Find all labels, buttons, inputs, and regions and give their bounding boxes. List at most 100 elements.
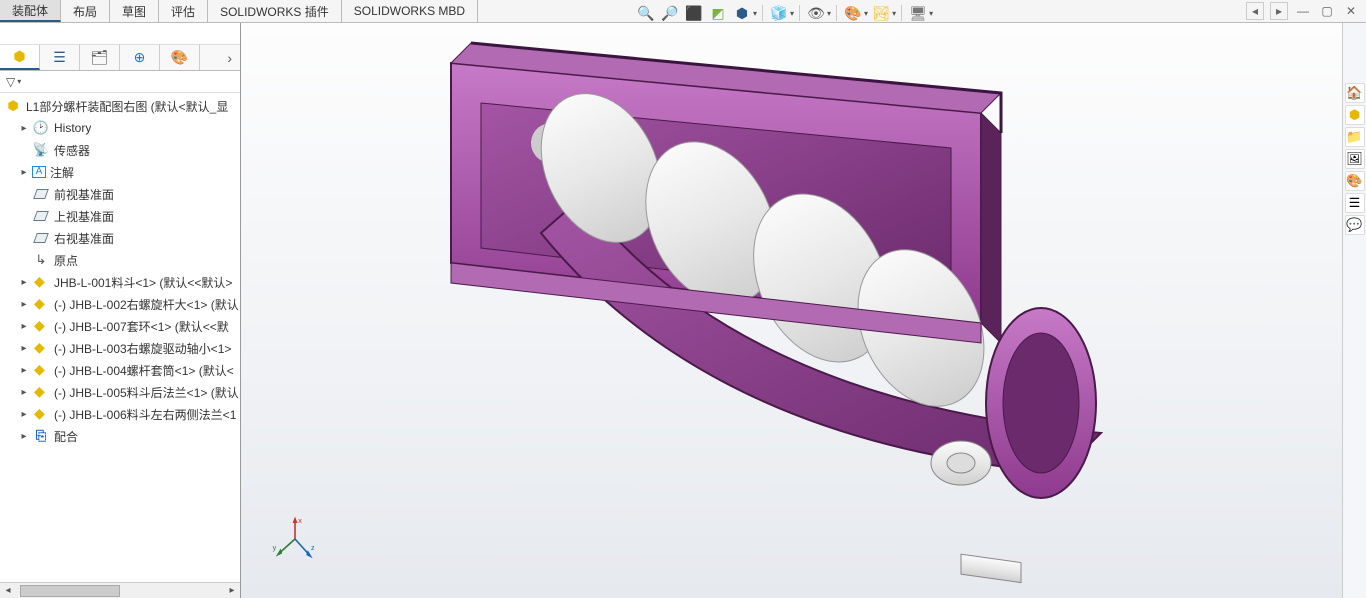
- mates-icon: ⎘: [32, 428, 50, 444]
- separator: [799, 5, 800, 21]
- prev-doc-button[interactable]: ◂: [1246, 2, 1264, 20]
- chevron-down-icon[interactable]: ▾: [753, 9, 757, 18]
- expand-icon[interactable]: ▸: [18, 343, 30, 354]
- tree-item-front-plane[interactable]: 前视基准面: [0, 183, 240, 205]
- hide-show-icon[interactable]: 👁: [805, 3, 827, 23]
- tree-item-part-002[interactable]: ▸ (-) JHB-L-002右螺旋杆大<1> (默认: [0, 293, 240, 315]
- manager-tabs: ⬢ ☰ 🗂 ⊕ 🎨 ›: [0, 45, 240, 71]
- scroll-thumb[interactable]: [20, 585, 120, 597]
- graphics-viewport[interactable]: x y z: [241, 23, 1342, 598]
- appearance-icon[interactable]: 🎨: [842, 3, 864, 23]
- history-icon: 🕑: [32, 120, 50, 136]
- sw-resources-icon[interactable]: 🏠: [1345, 83, 1365, 103]
- display-style-icon[interactable]: 🧊: [768, 3, 790, 23]
- tree-item-part-005[interactable]: ▸ (-) JHB-L-005料斗后法兰<1> (默认: [0, 381, 240, 403]
- minimize-button[interactable]: —: [1294, 2, 1312, 20]
- filter-row[interactable]: ▽▾: [0, 71, 240, 93]
- custom-props-icon[interactable]: ☰: [1345, 193, 1365, 213]
- tab-sw-mbd[interactable]: SOLIDWORKS MBD: [342, 0, 478, 22]
- expand-icon[interactable]: ▸: [18, 321, 30, 332]
- annotation-icon: A: [32, 166, 46, 178]
- orientation-triad[interactable]: x y z: [271, 515, 319, 566]
- appearances-icon[interactable]: 🎨: [1345, 171, 1365, 191]
- property-manager-tab[interactable]: ☰: [40, 45, 80, 70]
- assembly-icon: ⬢: [4, 98, 22, 114]
- zoom-fit-icon[interactable]: 🔍: [635, 3, 657, 23]
- part-icon: [32, 406, 50, 422]
- forum-icon[interactable]: 💬: [1345, 215, 1365, 235]
- filter-icon: ▽: [6, 75, 15, 89]
- panel-spacer: [0, 23, 240, 45]
- expand-icon[interactable]: ▸: [18, 409, 30, 420]
- maximize-button[interactable]: ▢: [1318, 2, 1336, 20]
- tree-item-sensors[interactable]: 📡 传感器: [0, 139, 240, 161]
- feature-manager-tab[interactable]: ⬢: [0, 45, 40, 70]
- part-icon: [32, 340, 50, 356]
- tree-item-origin[interactable]: ↳ 原点: [0, 249, 240, 271]
- chevron-down-icon[interactable]: ▾: [790, 9, 794, 18]
- chevron-down-icon[interactable]: ▾: [17, 77, 21, 86]
- design-library-icon[interactable]: ⬢: [1345, 105, 1365, 125]
- part-icon: [32, 384, 50, 400]
- view-cube-icon[interactable]: ⬢: [731, 3, 753, 23]
- section-view-icon[interactable]: ◩: [707, 3, 729, 23]
- separator: [836, 5, 837, 21]
- plane-icon: [32, 186, 50, 202]
- scene-icon[interactable]: 🏞: [870, 3, 892, 23]
- expand-icon[interactable]: ▸: [18, 277, 30, 288]
- tab-sw-addins[interactable]: SOLIDWORKS 插件: [208, 0, 342, 22]
- tab-evaluate[interactable]: 评估: [159, 0, 208, 22]
- view-settings-icon[interactable]: 🖥: [907, 3, 929, 23]
- expand-icon[interactable]: ▸: [18, 299, 30, 310]
- tab-assembly[interactable]: 装配体: [0, 0, 61, 22]
- chevron-down-icon[interactable]: ▾: [929, 9, 933, 18]
- tree-item-annotations[interactable]: ▸ A 注解: [0, 161, 240, 183]
- expand-icon[interactable]: ▸: [18, 387, 30, 398]
- next-doc-button[interactable]: ▸: [1270, 2, 1288, 20]
- display-manager-tab[interactable]: 🎨: [160, 45, 200, 70]
- configuration-manager-tab[interactable]: 🗂: [80, 45, 120, 70]
- task-pane: 🏠 ⬢ 📁 🖼 🎨 ☰ 💬: [1342, 23, 1366, 598]
- separator: [762, 5, 763, 21]
- chevron-down-icon[interactable]: ▾: [892, 9, 896, 18]
- tabs-overflow[interactable]: ›: [200, 45, 240, 70]
- sensor-icon: 📡: [32, 142, 50, 158]
- tree-root[interactable]: ⬢ L1部分螺杆装配图右图 (默认<默认_显: [0, 95, 240, 117]
- chevron-down-icon[interactable]: ▾: [864, 9, 868, 18]
- expand-icon[interactable]: ▸: [18, 365, 30, 376]
- scroll-right-arrow[interactable]: ▸: [224, 585, 240, 596]
- horizontal-scrollbar[interactable]: ◂ ▸: [0, 582, 240, 598]
- zoom-area-icon[interactable]: 🔎: [659, 3, 681, 23]
- close-button[interactable]: ✕: [1342, 2, 1360, 20]
- tab-sketch[interactable]: 草图: [110, 0, 159, 22]
- tree-item-part-004[interactable]: ▸ (-) JHB-L-004螺杆套筒<1> (默认<: [0, 359, 240, 381]
- origin-icon: ↳: [32, 252, 50, 268]
- dimxpert-manager-tab[interactable]: ⊕: [120, 45, 160, 70]
- expand-icon[interactable]: ▸: [18, 167, 30, 178]
- tree-item-top-plane[interactable]: 上视基准面: [0, 205, 240, 227]
- tab-layout[interactable]: 布局: [61, 0, 110, 22]
- scroll-left-arrow[interactable]: ◂: [0, 585, 16, 596]
- expand-icon[interactable]: ▸: [18, 123, 30, 134]
- part-icon: [32, 362, 50, 378]
- feature-manager-panel: ⬢ ☰ 🗂 ⊕ 🎨 › ▽▾ ⬢ L1部分螺杆装配图右图 (默认<默认_显 ▸ …: [0, 23, 241, 598]
- chevron-down-icon[interactable]: ▾: [827, 9, 831, 18]
- plane-icon: [32, 208, 50, 224]
- tree-item-part-001[interactable]: ▸ JHB-L-001料斗<1> (默认<<默认>: [0, 271, 240, 293]
- view-palette-icon[interactable]: 🖼: [1345, 149, 1365, 169]
- svg-text:y: y: [273, 543, 277, 552]
- part-icon: [32, 274, 50, 290]
- file-explorer-icon[interactable]: 📁: [1345, 127, 1365, 147]
- expand-icon[interactable]: ▸: [18, 431, 30, 442]
- part-icon: [32, 296, 50, 312]
- prev-view-icon[interactable]: ⬛: [683, 3, 705, 23]
- tree-item-mates[interactable]: ▸ ⎘ 配合: [0, 425, 240, 447]
- tree-item-part-003[interactable]: ▸ (-) JHB-L-003右螺旋驱动轴小<1>: [0, 337, 240, 359]
- svg-text:z: z: [311, 543, 315, 552]
- tree-item-right-plane[interactable]: 右视基准面: [0, 227, 240, 249]
- tree-item-part-007[interactable]: ▸ (-) JHB-L-007套环<1> (默认<<默: [0, 315, 240, 337]
- tree-item-history[interactable]: ▸ 🕑 History: [0, 117, 240, 139]
- tree-item-part-006[interactable]: ▸ (-) JHB-L-006料斗左右两侧法兰<1: [0, 403, 240, 425]
- separator: [901, 5, 902, 21]
- document-window-controls: ◂ ▸ — ▢ ✕: [1246, 2, 1360, 20]
